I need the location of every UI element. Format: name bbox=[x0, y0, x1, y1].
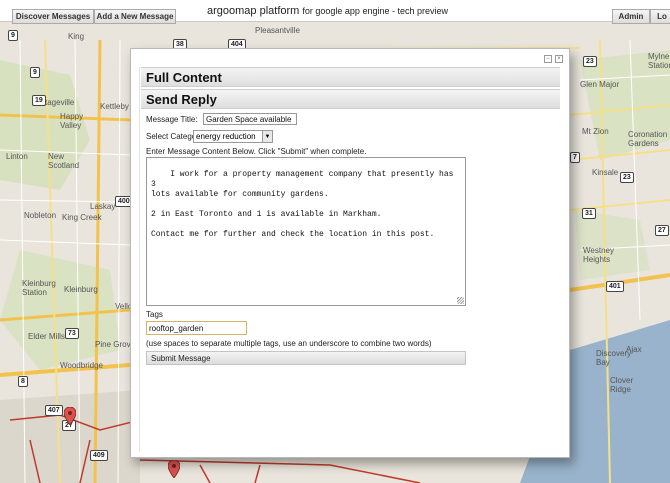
category-value: energy reduction bbox=[196, 132, 256, 141]
place-label: Kinsale bbox=[592, 168, 619, 177]
place-label: Elder Mills bbox=[28, 332, 65, 341]
tags-help-text: (use spaces to separate multiple tags, u… bbox=[146, 339, 432, 348]
message-content-textarea[interactable]: I work for a property management company… bbox=[146, 157, 466, 306]
place-label: Westney Heights bbox=[583, 246, 614, 264]
top-bar: Discover Messages Add a New Message argo… bbox=[0, 0, 670, 24]
highway-shield: 407 bbox=[45, 405, 63, 416]
place-label: King bbox=[68, 32, 85, 41]
admin-button[interactable]: Admin bbox=[612, 9, 650, 24]
place-label: Nobleton bbox=[24, 211, 57, 220]
platform-name: argoomap platform bbox=[207, 5, 300, 17]
message-content-text: I work for a property management company… bbox=[151, 170, 454, 239]
place-label: Linton bbox=[6, 152, 28, 161]
highway-shield: 401 bbox=[606, 281, 624, 292]
place-label: Happy Valley bbox=[60, 112, 84, 130]
resize-grip-icon[interactable] bbox=[457, 297, 464, 304]
close-icon[interactable]: × bbox=[555, 55, 563, 63]
highway-shield: 23 bbox=[583, 56, 597, 67]
place-label: Mylne Station bbox=[648, 52, 670, 70]
place-label: Mt Zion bbox=[582, 127, 609, 136]
place-label: Woodbridge bbox=[60, 361, 103, 370]
place-label: Kleinburg Station bbox=[22, 279, 56, 297]
full-content-heading[interactable]: Full Content bbox=[141, 67, 560, 87]
place-label: Glen Major bbox=[580, 80, 620, 89]
place-label: Coronation Gardens bbox=[628, 130, 668, 148]
highway-shield: 31 bbox=[582, 208, 596, 219]
message-title-label: Message Title: bbox=[146, 115, 198, 124]
logout-button[interactable]: Lo bbox=[650, 9, 670, 24]
tags-input[interactable] bbox=[146, 321, 247, 335]
highway-shield: 8 bbox=[18, 376, 28, 387]
highway-shield: 27 bbox=[655, 225, 669, 236]
place-label: Kleinburg bbox=[64, 285, 98, 294]
platform-title: argoomap platform for google app engine … bbox=[207, 5, 448, 17]
tags-label: Tags bbox=[146, 310, 163, 319]
place-label: Pleasantville bbox=[255, 26, 300, 35]
place-label: Kettleby bbox=[100, 102, 129, 111]
discover-messages-button[interactable]: Discover Messages bbox=[12, 9, 94, 24]
platform-subtitle: for google app engine - tech preview bbox=[302, 6, 448, 16]
chevron-down-icon[interactable]: ▼ bbox=[262, 131, 272, 142]
highway-shield: 9 bbox=[8, 30, 18, 41]
place-label: New Scotland bbox=[48, 152, 80, 170]
add-message-button[interactable]: Add a New Message bbox=[94, 9, 176, 24]
highway-shield: 19 bbox=[32, 95, 46, 106]
submit-message-button[interactable]: Submit Message bbox=[146, 351, 466, 365]
place-label: Discovery Bay bbox=[596, 349, 632, 367]
message-dialog: − × Full Content Send Reply Message Titl… bbox=[130, 48, 570, 458]
map-marker-icon[interactable] bbox=[168, 460, 180, 478]
highway-shield: 73 bbox=[65, 328, 79, 339]
send-reply-heading[interactable]: Send Reply bbox=[141, 89, 560, 109]
highway-shield: 409 bbox=[90, 450, 108, 461]
minimize-icon[interactable]: − bbox=[544, 55, 552, 63]
content-instruction: Enter Message Content Below. Click "Subm… bbox=[146, 147, 367, 156]
message-title-input[interactable] bbox=[203, 113, 297, 125]
highway-shield: 7 bbox=[570, 152, 580, 163]
category-select[interactable]: energy reduction ▼ bbox=[193, 130, 273, 143]
dialog-frame-divider bbox=[139, 67, 140, 452]
highway-shield: 9 bbox=[30, 67, 40, 78]
place-label: King Creek bbox=[62, 213, 102, 222]
place-label: Laskay bbox=[90, 202, 116, 211]
map-marker-icon[interactable] bbox=[64, 407, 76, 425]
highway-shield: 23 bbox=[620, 172, 634, 183]
place-label: Clover Ridge bbox=[610, 376, 634, 394]
